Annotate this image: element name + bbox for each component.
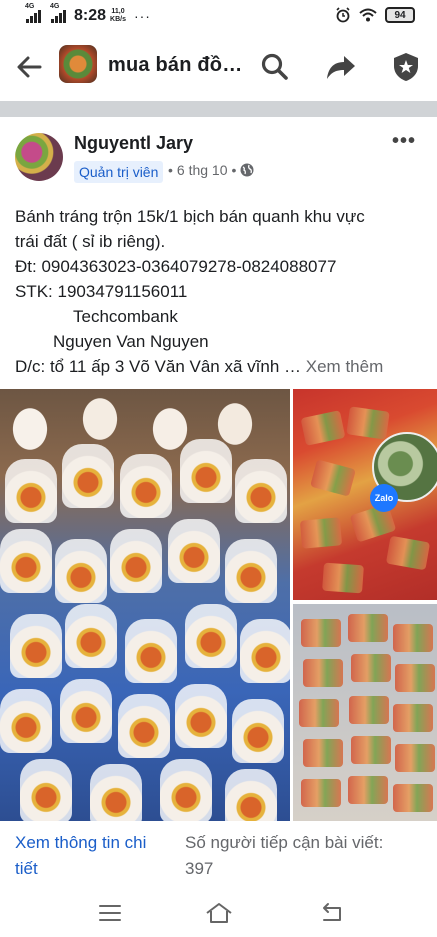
- reach-label: Số người tiếp cận bài viết:: [185, 833, 384, 852]
- share-icon[interactable]: [324, 50, 358, 84]
- post-line: Đt: 0904363023-0364079278-0824088077: [15, 257, 337, 276]
- post-body: Bánh tráng trộn 15k/1 bịch bán quanh khu…: [15, 204, 430, 379]
- speed-value: 11,0: [111, 8, 125, 15]
- signal-icon: 4G: [50, 3, 66, 23]
- speed-unit: KB/s: [110, 16, 126, 23]
- alarm-icon: [336, 7, 350, 23]
- post-line: Bánh tráng trộn 15k/1 bịch bán quanh khu…: [15, 207, 365, 226]
- search-icon[interactable]: [258, 50, 292, 84]
- page-title[interactable]: mua bán đồ…: [108, 54, 242, 77]
- network-speed: 11,0 KB/s: [110, 8, 126, 24]
- home-icon[interactable]: [204, 898, 234, 928]
- status-bar: 4G 4G 8:28 11,0 KB/s ··· 94: [0, 0, 437, 34]
- app-header: mua bán đồ…: [0, 40, 437, 96]
- view-details-link[interactable]: Xem thông tin chi tiết: [15, 830, 165, 882]
- author-name[interactable]: Nguyentl Jary: [74, 133, 193, 154]
- globe-icon: [240, 163, 254, 177]
- admin-badge[interactable]: Quản trị viên: [74, 161, 164, 183]
- back-nav-icon[interactable]: [318, 898, 348, 928]
- post-photo-main[interactable]: [0, 389, 290, 821]
- more-notifications: ···: [133, 8, 151, 24]
- section-divider: [0, 101, 437, 117]
- post-date[interactable]: 6 thg 10: [177, 162, 228, 178]
- post-line: Techcombank: [73, 307, 178, 326]
- post-photo-3[interactable]: [293, 604, 437, 821]
- wifi-icon: [359, 8, 377, 22]
- see-more-link[interactable]: Xem thêm: [306, 357, 383, 376]
- post-options-button[interactable]: •••: [392, 130, 416, 153]
- post-reach: Số người tiếp cận bài viết: 397: [185, 830, 425, 882]
- status-time: 8:28: [74, 7, 107, 24]
- arrow-left-icon[interactable]: [14, 52, 44, 82]
- meta-separator: •: [168, 162, 173, 178]
- post-line: STK: 19034791156011: [15, 282, 188, 301]
- group-thumbnail[interactable]: [59, 45, 97, 83]
- system-nav-bar: [0, 890, 437, 937]
- meta-separator: •: [231, 162, 237, 178]
- post-line: D/c: tổ 11 ấp 3 Võ Văn Vân xã vĩnh …: [15, 357, 302, 376]
- post-line: Nguyen Van Nguyen: [53, 332, 209, 351]
- shield-star-icon[interactable]: [389, 50, 423, 84]
- signal-icon: 4G: [25, 3, 41, 23]
- author-avatar[interactable]: [15, 133, 63, 181]
- reach-value: 397: [185, 859, 214, 878]
- zalo-icon: Zalo: [370, 484, 398, 512]
- battery-icon: 94: [385, 7, 415, 23]
- post-line: trái đất ( sỉ ib riêng).: [15, 232, 166, 251]
- menu-icon[interactable]: [95, 898, 125, 928]
- post-line-last: D/c: tổ 11 ấp 3 Võ Văn Vân xã vĩnh … Xem…: [15, 354, 430, 379]
- post-meta: • 6 thg 10 •: [168, 162, 254, 178]
